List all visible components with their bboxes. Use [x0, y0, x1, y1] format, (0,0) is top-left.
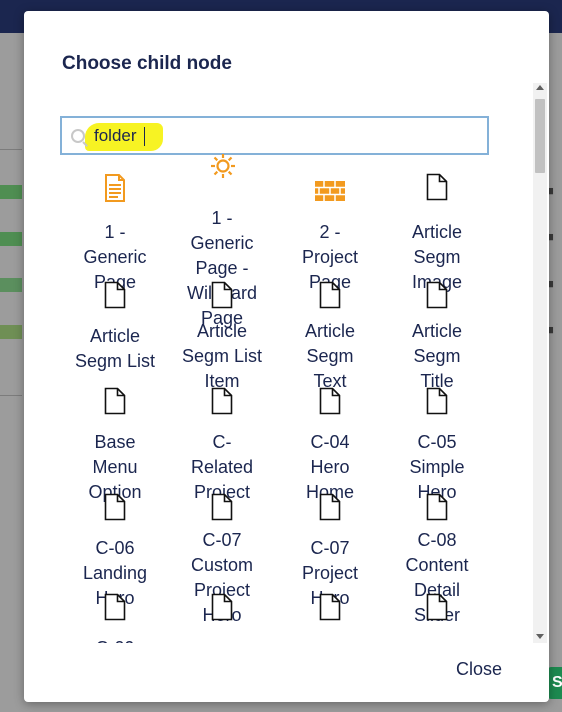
background-save-button: S — [548, 667, 562, 699]
scrollbar-thumb[interactable] — [535, 99, 545, 173]
background-list-icon — [0, 278, 22, 292]
background-clock-icon — [0, 325, 22, 339]
document-icon — [210, 281, 234, 311]
document-icon — [318, 281, 342, 311]
document-icon — [210, 387, 234, 417]
scroll-up-arrow-icon[interactable] — [536, 85, 544, 90]
scroll-down-arrow-icon[interactable] — [536, 634, 544, 639]
child-node-label: 1 -GenericPage -WildcardPage — [187, 208, 257, 328]
document-icon — [103, 493, 127, 523]
child-node-label: Article Segm Text — [304, 321, 355, 391]
brick-wall-icon — [315, 179, 345, 209]
node-list-scroll-area[interactable]: 1 -GenericPage1 -GenericPage -WildcardPa… — [24, 83, 549, 643]
document-icon — [425, 593, 449, 623]
document-icon — [103, 593, 127, 623]
document-icon — [425, 281, 449, 311]
document-icon — [103, 387, 127, 417]
child-node-label: Article Segm List — [74, 326, 156, 371]
document-icon — [425, 387, 449, 417]
generic-page-icon — [103, 173, 127, 203]
search-icon — [71, 129, 85, 143]
sun-icon — [210, 151, 235, 181]
search-box[interactable] — [60, 116, 489, 155]
document-icon — [103, 281, 127, 311]
document-icon — [210, 593, 234, 623]
text-caret — [144, 127, 145, 146]
choose-child-node-dialog: Choose child node 1 -GenericPage1 -Gener… — [24, 11, 549, 702]
dialog-title: Choose child node — [62, 53, 232, 74]
document-icon — [210, 493, 234, 523]
document-icon — [318, 387, 342, 417]
background-folder-icon — [0, 185, 22, 199]
document-icon — [318, 493, 342, 523]
child-node-label: Article Segm List Item — [181, 321, 263, 391]
child-node-label: C-09 — [61, 636, 169, 643]
document-icon — [425, 173, 449, 203]
background-folder-icon — [0, 232, 22, 246]
scrollbar[interactable] — [533, 83, 547, 643]
background-divider — [0, 149, 22, 150]
search-input[interactable] — [94, 124, 474, 148]
document-icon — [318, 593, 342, 623]
document-icon — [425, 493, 449, 523]
close-button[interactable]: Close — [456, 659, 502, 680]
background-divider — [0, 395, 22, 396]
child-node-label: Article Segm Title — [411, 321, 462, 391]
